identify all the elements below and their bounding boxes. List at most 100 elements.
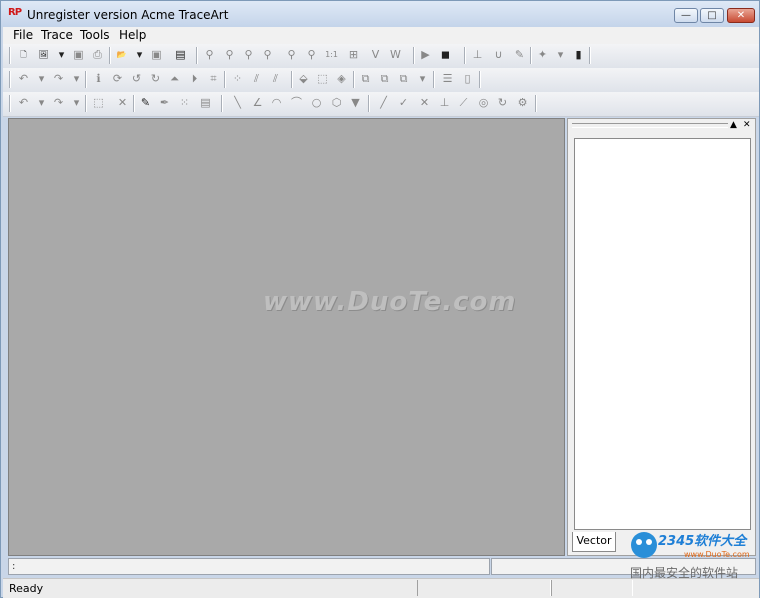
node-edit-icon[interactable]: ✎ [137, 94, 154, 111]
crop-image-icon[interactable]: ⌗ [205, 70, 222, 87]
zoom-icon[interactable]: ⚲ [201, 46, 218, 63]
toolbar-separator [9, 71, 11, 88]
bucket-icon[interactable]: ◈ [333, 70, 350, 87]
dropdown-icon[interactable]: ▾ [53, 46, 70, 63]
zoom-in-icon[interactable]: ⚲ [221, 46, 238, 63]
bezier-icon[interactable]: ∠ [249, 94, 266, 111]
minimize-button[interactable]: — [674, 8, 698, 23]
toolbar-separator [433, 71, 435, 88]
open-folder-icon[interactable]: 📂 [113, 46, 130, 63]
dropdown-icon[interactable]: ▾ [414, 70, 431, 87]
menu-trace[interactable]: Trace [41, 28, 73, 42]
line-width-icon[interactable]: ☰ [439, 70, 456, 87]
dropdown-icon[interactable]: ▾ [131, 46, 148, 63]
canvas-workspace[interactable]: www.DuoTe.com [8, 118, 565, 556]
toolbar-separator [196, 47, 198, 64]
erase-icon[interactable]: ⬚ [314, 70, 331, 87]
window-title: Unregister version Acme TraceArt [27, 8, 229, 22]
zoom-actual-icon[interactable]: 1:1 [323, 46, 340, 63]
pen-icon[interactable]: ✒ [156, 94, 173, 111]
undo-icon[interactable]: ↶ [15, 70, 32, 87]
dropdown-icon[interactable]: ▾ [68, 94, 85, 111]
fit-width-icon[interactable]: W [387, 46, 404, 63]
info-icon[interactable]: ℹ [90, 70, 107, 87]
vector-list[interactable] [574, 138, 751, 530]
circle-icon[interactable]: ○ [308, 94, 325, 111]
run-trace-icon[interactable]: ▶ [417, 46, 434, 63]
histogram-icon[interactable]: ▮ [570, 46, 587, 63]
toolbar-separator [224, 71, 226, 88]
toolbar-separator [535, 95, 537, 112]
color-tool-icon[interactable]: ✦ [534, 46, 551, 63]
tangent-icon[interactable]: ⟋ [455, 94, 472, 111]
title-bar[interactable]: RP Unregister version Acme TraceArt — □ … [1, 1, 759, 27]
print-icon[interactable]: ⎙ [89, 46, 106, 63]
polygon-icon[interactable]: ⬡ [328, 94, 345, 111]
fit-height-icon[interactable]: V [367, 46, 384, 63]
trace-wizard-icon[interactable]: ◼ [437, 46, 454, 63]
magnet-icon[interactable]: ∪ [490, 46, 507, 63]
redo-icon[interactable]: ↷ [50, 94, 67, 111]
fit-page-icon[interactable]: ⊞ [345, 46, 362, 63]
toolbar-separator [133, 95, 135, 112]
dropdown-icon[interactable]: ▾ [68, 70, 85, 87]
menu-tools[interactable]: Tools [80, 28, 110, 42]
despeckle-icon[interactable]: ⁘ [229, 70, 246, 87]
settings-shape-icon[interactable]: ⚙ [514, 94, 531, 111]
node-grid-icon[interactable]: ⁙ [176, 94, 193, 111]
save-vector-icon[interactable]: ▣ [148, 46, 165, 63]
open-image-icon[interactable]: 🖼 [35, 46, 52, 63]
smooth-icon[interactable]: ⫽ [248, 70, 265, 87]
select-area-icon[interactable]: ⬚ [90, 94, 107, 111]
panel-close-button[interactable]: ✕ [743, 120, 751, 130]
image-toolbar: ↶ ▾ ↷ ▾ ℹ ⟳ ↺ ↻ ⏶ ⏵ ⌗ ⁘ ⫽ ⫽ ⬙ ⬚ ◈ ⧉ ⧉ ⧉ ▾ ☰ ▯ [3, 68, 759, 93]
cross-icon[interactable]: ✕ [416, 94, 433, 111]
eyedropper-icon[interactable]: ✎ [511, 46, 528, 63]
perpendicular-icon[interactable]: ⊥ [436, 94, 453, 111]
save-icon[interactable]: ▣ [70, 46, 87, 63]
arc-icon[interactable]: ◠ [268, 94, 285, 111]
tab-vector[interactable]: Vector [572, 532, 616, 552]
group-icon[interactable]: ▤ [197, 94, 214, 111]
delete-icon[interactable]: ✕ [114, 94, 131, 111]
layers-merge-icon[interactable]: ⧉ [376, 70, 393, 87]
zoom-fit-icon[interactable]: ⚲ [259, 46, 276, 63]
fill-icon[interactable]: ⬙ [295, 70, 312, 87]
redo-icon[interactable]: ↷ [50, 70, 67, 87]
maximize-button[interactable]: □ [700, 8, 724, 23]
flip-vertical-icon[interactable]: ⏶ [166, 70, 183, 87]
panel-grip[interactable] [572, 123, 728, 128]
zoom-area-icon[interactable]: ⚲ [283, 46, 300, 63]
new-document-icon[interactable]: 🗋 [15, 46, 32, 63]
line-tool-icon[interactable]: ╲ [229, 94, 246, 111]
page-icon[interactable]: ▯ [459, 70, 476, 87]
menu-help[interactable]: Help [119, 28, 146, 42]
layers-split-icon[interactable]: ⧉ [395, 70, 412, 87]
dropdown-icon[interactable]: ▾ [33, 94, 50, 111]
rotate-right-icon[interactable]: ↻ [147, 70, 164, 87]
menu-file[interactable]: File [13, 28, 33, 42]
toolbar-separator [85, 71, 87, 88]
mascot-icon [631, 532, 657, 558]
flip-horizontal-icon[interactable]: ⏵ [186, 70, 203, 87]
panel-pin-button[interactable]: ▲ [730, 120, 737, 130]
sharpen-icon[interactable]: ⫽ [267, 70, 284, 87]
undo-icon[interactable]: ↶ [15, 94, 32, 111]
coords-field: : [8, 558, 490, 575]
zoom-selection-icon[interactable]: ⚲ [303, 46, 320, 63]
crop-icon[interactable]: ⊥ [469, 46, 486, 63]
rotate-free-icon[interactable]: ⟳ [109, 70, 126, 87]
rotate-shape-icon[interactable]: ↻ [494, 94, 511, 111]
curve-icon[interactable]: ⌒ [288, 94, 305, 111]
zoom-out-icon[interactable]: ⚲ [240, 46, 257, 63]
check-line-icon[interactable]: ✓ [395, 94, 412, 111]
dropdown-icon[interactable]: ▾ [552, 46, 569, 63]
layers-icon[interactable]: ⧉ [357, 70, 374, 87]
export-icon[interactable]: ▤ [172, 46, 189, 63]
dropdown-icon[interactable]: ▾ [33, 70, 50, 87]
rotate-left-icon[interactable]: ↺ [128, 70, 145, 87]
center-icon[interactable]: ◎ [475, 94, 492, 111]
close-button[interactable]: ✕ [727, 8, 755, 23]
line-segment-icon[interactable]: ╱ [375, 94, 392, 111]
triangle-icon[interactable]: ▼ [347, 94, 364, 111]
